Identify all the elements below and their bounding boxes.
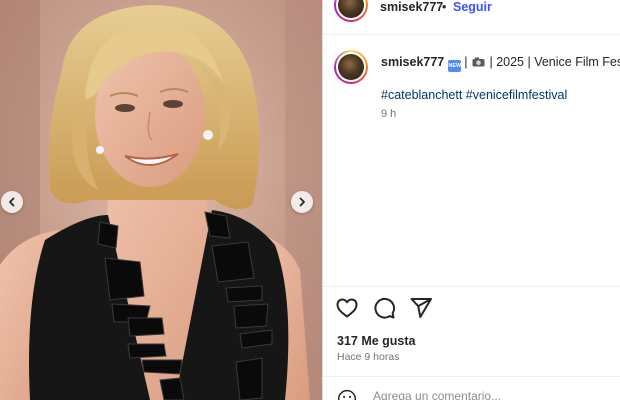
caption: smisek777 NEW| | 2025 | Venice Film Festi… [381,55,620,72]
post-media[interactable] [0,0,322,400]
hashtag-cateblanchett[interactable]: #cateblanchett [381,88,462,102]
hashtag-venicefilmfestival[interactable]: #venicefilmfestival [466,88,567,102]
post-photo [0,0,322,400]
header-avatar[interactable] [334,0,368,22]
post-time: Hace 9 horas [337,351,400,363]
previous-photo-button[interactable] [1,191,23,213]
comment-divider [323,376,620,377]
post-actions [335,296,433,320]
header-username[interactable]: smisek777 [380,0,443,14]
camera-icon [472,57,485,67]
caption-time: 9 h [381,108,397,120]
header-separator: • [442,0,447,14]
heart-icon[interactable] [335,296,359,320]
comment-icon[interactable] [372,296,396,320]
chevron-right-icon [299,197,305,207]
chevron-left-icon [9,197,15,207]
comment-input[interactable] [373,389,613,400]
caption-avatar[interactable] [334,50,368,84]
header-divider [323,34,620,35]
caption-hashtags: #cateblanchett #venicefilmfestival [381,88,567,102]
instagram-post-view: smisek777 • Seguir smisek777 NEW | | 2025 … [0,0,620,400]
new-badge-icon: NEW [448,60,462,72]
caption-username[interactable]: smisek777 [381,55,444,69]
next-photo-button[interactable] [291,191,313,213]
actions-divider [323,286,620,287]
post-sidebar: smisek777 • Seguir smisek777 NEW | | 2025 … [323,0,620,400]
follow-button[interactable]: Seguir [453,0,492,14]
share-icon[interactable] [409,296,433,320]
comment-box [337,386,617,400]
emoji-icon[interactable] [337,389,357,400]
caption-text: | 2025 | Venice Film Festival [489,55,620,69]
caption-pipe: | [464,55,468,69]
likes-count[interactable]: 317 Me gusta [337,334,416,348]
